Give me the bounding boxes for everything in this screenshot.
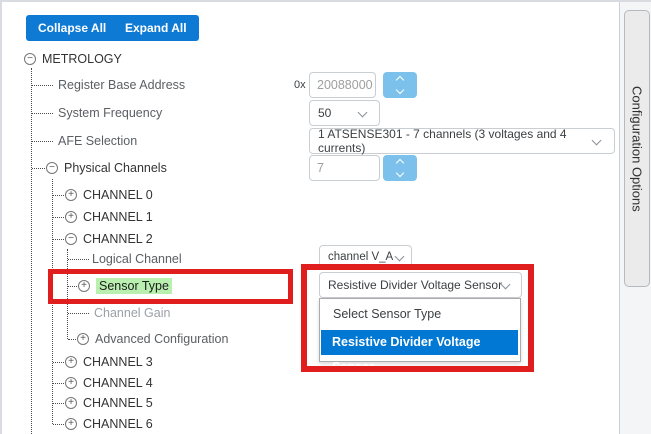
tree-label-metrology: METROLOGY [42, 52, 122, 66]
dropdown-option-resistive-divider-voltage-sensor[interactable]: Resistive Divider Voltage Sensor [321, 330, 518, 355]
tree-stub [53, 217, 64, 218]
tree-node-physical-channels[interactable]: − Physical Channels [46, 157, 167, 179]
tree-label-register-base-address: Register Base Address [58, 78, 185, 92]
tree-label-channel-5: CHANNEL 5 [83, 396, 153, 410]
afe-selection-select[interactable]: 1 ATSENSE301 - 7 channels (3 voltages an… [309, 128, 615, 154]
expand-node-icon[interactable]: + [65, 418, 77, 430]
tree-node-metrology[interactable]: − METROLOGY [24, 48, 122, 70]
tree-stub [32, 141, 53, 142]
expand-node-icon[interactable]: + [65, 356, 77, 368]
register-base-address-input[interactable] [309, 72, 376, 98]
collapse-node-icon[interactable]: − [46, 162, 58, 174]
tree-label-system-frequency: System Frequency [58, 106, 162, 120]
tree-node-sensor-type[interactable]: + Sensor Type [78, 275, 172, 297]
tree-stub [32, 113, 53, 114]
tree-line-level2 [52, 179, 53, 424]
tree-node-logical-channel[interactable]: Logical Channel [92, 248, 182, 270]
expand-node-icon[interactable]: + [65, 211, 77, 223]
tree-node-channel-gain[interactable]: Channel Gain [94, 302, 170, 324]
stepper-down-icon[interactable] [396, 86, 404, 94]
tree-stub [53, 424, 64, 425]
tab-configuration-options[interactable]: Configuration Options [624, 10, 650, 287]
tree-stub [32, 85, 53, 86]
logical-channel-value: channel V_A [328, 251, 393, 263]
collapse-node-icon[interactable]: − [24, 53, 36, 65]
system-frequency-value: 50 [318, 106, 331, 120]
tree-node-afe-selection[interactable]: AFE Selection [58, 130, 137, 152]
sensor-type-select[interactable]: Resistive Divider Voltage Sensor [319, 272, 522, 298]
tree-label-channel-gain: Channel Gain [94, 306, 170, 320]
configuration-panel: Collapse All Expand All − METROLOGY Regi… [0, 0, 651, 434]
sensor-type-dropdown-list: Select Sensor Type Resistive Divider Vol… [319, 298, 521, 362]
expand-node-icon[interactable]: + [65, 377, 77, 389]
tree-node-channel-4[interactable]: + CHANNEL 4 [65, 372, 153, 394]
tree-label-channel-3: CHANNEL 3 [83, 355, 153, 369]
tree-node-channel-3[interactable]: + CHANNEL 3 [65, 351, 153, 373]
tree-stub [68, 259, 89, 260]
tree-stub [68, 313, 89, 314]
tree-node-channel-1[interactable]: + CHANNEL 1 [65, 206, 153, 228]
hex-prefix-label: 0x [294, 79, 306, 91]
tree-label-channel-2: CHANNEL 2 [83, 232, 153, 246]
expand-node-icon[interactable]: + [78, 280, 90, 292]
expand-all-button[interactable]: Expand All [113, 15, 199, 41]
tree-line-level3 [67, 249, 68, 339]
tree-stub [32, 168, 45, 169]
tree-stub [53, 403, 64, 404]
tree-stub [68, 339, 76, 340]
expand-node-icon[interactable]: + [65, 397, 77, 409]
tree-stub [53, 383, 64, 384]
dropdown-option-select-sensor-type[interactable]: Select Sensor Type [320, 299, 520, 329]
physical-channels-input[interactable] [309, 155, 380, 181]
expand-node-icon[interactable]: + [65, 189, 77, 201]
tree-label-afe-selection: AFE Selection [58, 134, 137, 148]
tree-stub [68, 286, 77, 287]
register-base-address-stepper[interactable] [383, 72, 417, 98]
tree-label-channel-0: CHANNEL 0 [83, 188, 153, 202]
logical-channel-select[interactable]: channel V_A [319, 245, 412, 268]
tree-label-channel-1: CHANNEL 1 [83, 210, 153, 224]
collapse-all-button[interactable]: Collapse All [26, 15, 118, 41]
tree-label-channel-6: CHANNEL 6 [83, 417, 153, 431]
tree-stub [53, 362, 64, 363]
tree-line-level1 [31, 68, 32, 434]
stepper-up-icon[interactable] [396, 76, 404, 84]
side-tab-strip: Configuration Options [620, 2, 651, 434]
tab-configuration-options-label: Configuration Options [630, 86, 645, 212]
tree-node-advanced-configuration[interactable]: + Advanced Configuration [77, 328, 228, 350]
physical-channels-stepper[interactable] [383, 155, 417, 181]
tree-node-register-base-address[interactable]: Register Base Address [58, 74, 185, 96]
tree-label-sensor-type-highlighted: Sensor Type [96, 278, 172, 294]
tree-label-physical-channels: Physical Channels [64, 161, 167, 175]
tree-node-channel-6[interactable]: + CHANNEL 6 [65, 413, 153, 434]
expand-node-icon[interactable]: + [77, 333, 89, 345]
tree-label-logical-channel: Logical Channel [92, 252, 182, 266]
chevron-down-icon [395, 252, 405, 262]
tree-stub [53, 239, 64, 240]
collapse-node-icon[interactable]: − [65, 233, 77, 245]
tree-node-channel-2[interactable]: − CHANNEL 2 [65, 228, 153, 250]
afe-selection-value: 1 ATSENSE301 - 7 channels (3 voltages an… [318, 127, 614, 155]
tree-node-system-frequency[interactable]: System Frequency [58, 102, 162, 124]
tree-stub [53, 195, 64, 196]
system-frequency-select[interactable]: 50 [309, 100, 380, 126]
tree-label-channel-4: CHANNEL 4 [83, 376, 153, 390]
stepper-down-icon[interactable] [396, 169, 404, 177]
tree-node-channel-0[interactable]: + CHANNEL 0 [65, 184, 153, 206]
chevron-down-icon [358, 108, 368, 118]
tree-label-advanced-configuration: Advanced Configuration [95, 332, 228, 346]
sensor-type-value: Resistive Divider Voltage Sensor [328, 278, 502, 292]
stepper-up-icon[interactable] [396, 159, 404, 167]
tree-node-channel-5[interactable]: + CHANNEL 5 [65, 392, 153, 414]
